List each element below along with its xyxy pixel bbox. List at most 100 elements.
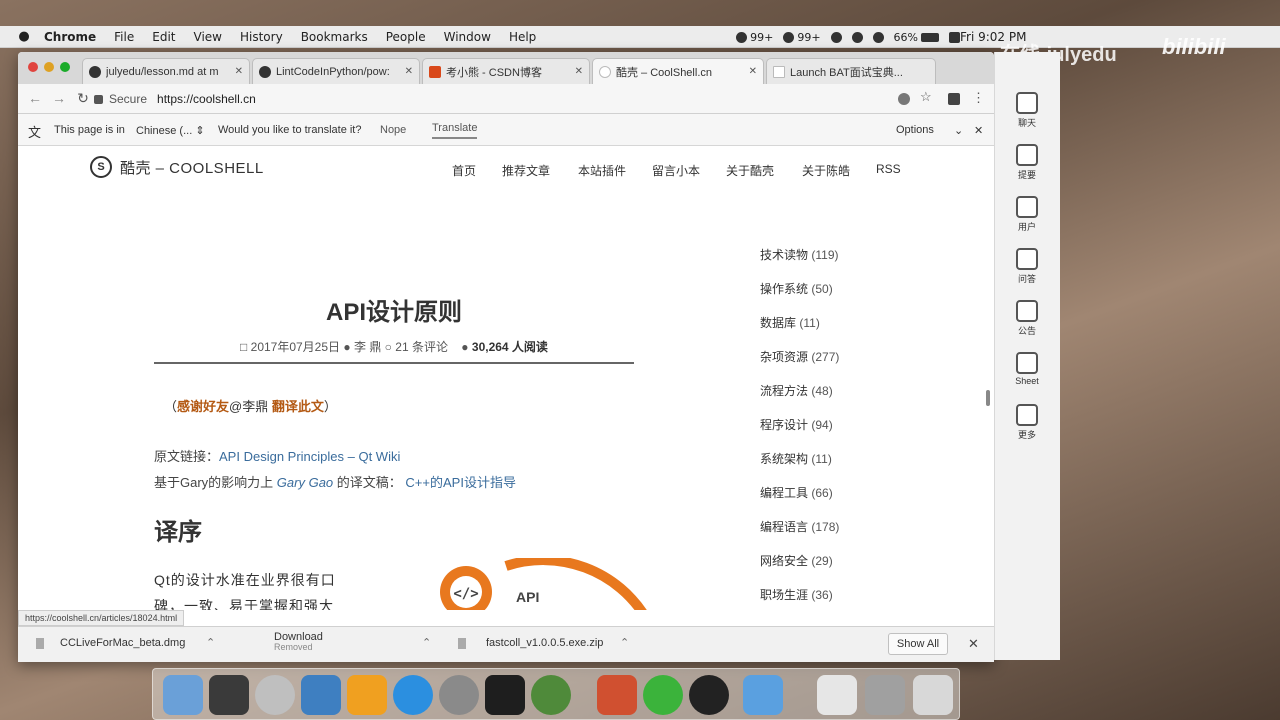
tab-github-lesson[interactable]: julyedu/lesson.md at m ✕: [82, 58, 250, 84]
nav-about-coolshell[interactable]: 关于酷壳: [726, 162, 774, 179]
article-author[interactable]: 李 鼎: [354, 340, 381, 354]
wechat-icon[interactable]: [643, 675, 683, 715]
panel-button-feed[interactable]: 提要: [1003, 144, 1051, 181]
document-icon[interactable]: [817, 675, 857, 715]
sublime-icon[interactable]: [347, 675, 387, 715]
menu-view[interactable]: View: [194, 30, 222, 44]
minimize-window-icon[interactable]: [44, 62, 54, 72]
bookmark-star-icon[interactable]: ☆: [920, 89, 932, 104]
address-bar[interactable]: Secure https://coolshell.cn: [94, 88, 974, 110]
panel-button-chat[interactable]: 聊天: [1003, 92, 1051, 129]
nope-button[interactable]: Nope: [380, 124, 406, 136]
app-status[interactable]: [830, 31, 842, 43]
reload-icon[interactable]: ↻: [74, 90, 92, 107]
category-link[interactable]: 编程工具 (66): [760, 484, 833, 501]
cclive-icon[interactable]: [743, 675, 783, 715]
menu-people[interactable]: People: [386, 30, 426, 44]
menu-edit[interactable]: Edit: [152, 30, 175, 44]
chevron-up-icon[interactable]: ⌃: [206, 636, 215, 649]
show-all-button[interactable]: Show All: [888, 633, 948, 655]
based-author-link[interactable]: Gary Gao: [277, 475, 333, 490]
forward-icon[interactable]: →: [50, 90, 68, 106]
nav-guestbook[interactable]: 留言小本: [652, 162, 700, 179]
download-item[interactable]: fastcoll_v1.0.0.5.exe.zip: [486, 637, 603, 649]
category-link[interactable]: 杂项资源 (277): [760, 348, 839, 365]
options-button[interactable]: Options: [896, 124, 934, 136]
tab-github-lintcode[interactable]: LintCodeInPython/pow: ✕: [252, 58, 420, 84]
chrome-icon[interactable]: [255, 675, 295, 715]
flag-status[interactable]: [949, 31, 960, 43]
close-downloads-icon[interactable]: ✕: [968, 636, 979, 652]
menu-window[interactable]: Window: [444, 30, 491, 44]
tab-launch-bat[interactable]: Launch BAT面试宝典...: [766, 58, 936, 84]
download-item[interactable]: CCLiveForMac_beta.dmg: [60, 637, 185, 649]
vscode-icon[interactable]: [301, 675, 341, 715]
volume-status[interactable]: [872, 31, 884, 43]
menu-file[interactable]: File: [114, 30, 134, 44]
finder-icon[interactable]: [163, 675, 203, 715]
wifi-status[interactable]: [851, 31, 863, 43]
nav-home[interactable]: 首页: [452, 162, 476, 179]
category-link[interactable]: 操作系统 (50): [760, 280, 833, 297]
category-link[interactable]: 流程方法 (48): [760, 382, 833, 399]
menu-bookmarks[interactable]: Bookmarks: [301, 30, 368, 44]
tab-coolshell[interactable]: 酷壳 – CoolShell.cn ✕: [592, 58, 764, 84]
menu-chrome[interactable]: Chrome: [44, 30, 96, 44]
nav-about-chenhao[interactable]: 关于陈皓: [802, 162, 850, 179]
nav-rss[interactable]: RSS: [876, 162, 901, 176]
translate-button[interactable]: Translate: [432, 122, 478, 139]
close-tab-icon[interactable]: ✕: [405, 66, 413, 77]
powerpoint-icon[interactable]: [597, 675, 637, 715]
menu-history[interactable]: History: [240, 30, 283, 44]
based-link[interactable]: C++的API设计指导: [405, 475, 516, 490]
panel-button-notice[interactable]: 公告: [1003, 300, 1051, 337]
category-link[interactable]: 数据库 (11): [760, 314, 820, 331]
category-link[interactable]: 职场生涯 (36): [760, 586, 833, 603]
trash-icon[interactable]: [913, 675, 953, 715]
source-link[interactable]: API Design Principles – Qt Wiki: [219, 449, 400, 464]
qq-status[interactable]: 99+: [736, 31, 773, 44]
close-tab-icon[interactable]: ✕: [235, 66, 243, 77]
maximize-window-icon[interactable]: [60, 62, 70, 72]
category-link[interactable]: 技术读物 (119): [760, 246, 838, 263]
chevron-up-icon[interactable]: ⌃: [620, 636, 629, 649]
qq-icon[interactable]: [689, 675, 729, 715]
category-link[interactable]: 编程语言 (178): [760, 518, 839, 535]
close-window-icon[interactable]: [28, 62, 38, 72]
translate-page-icon[interactable]: [898, 93, 910, 105]
apple-icon[interactable]: ●: [16, 29, 32, 44]
back-icon[interactable]: ←: [26, 90, 44, 106]
article-comments[interactable]: 21 条评论: [395, 340, 448, 354]
chrome-menu-icon[interactable]: ⋮: [972, 90, 985, 105]
evernote-icon[interactable]: [531, 675, 571, 715]
system-preferences-icon[interactable]: [439, 675, 479, 715]
language-select[interactable]: Chinese (... ⇕: [136, 124, 205, 137]
close-translate-icon[interactable]: ✕: [974, 124, 983, 137]
menu-help[interactable]: Help: [509, 30, 536, 44]
terminal-icon[interactable]: [485, 675, 525, 715]
chevron-up-icon[interactable]: ⌃: [422, 636, 431, 649]
wechat-status[interactable]: 99+: [783, 31, 821, 44]
category-link[interactable]: 程序设计 (94): [760, 416, 833, 433]
site-logo[interactable]: S 酷壳 – COOLSHELL: [90, 156, 264, 178]
battery-status[interactable]: 66%: [894, 31, 939, 44]
download-item[interactable]: Download Removed: [274, 631, 323, 652]
nav-plugins[interactable]: 本站插件: [578, 162, 626, 179]
app-store-icon[interactable]: [393, 675, 433, 715]
category-link[interactable]: 网络安全 (29): [760, 552, 833, 569]
panel-button-sheet[interactable]: Sheet: [1003, 352, 1051, 386]
close-tab-icon[interactable]: ✕: [575, 66, 583, 77]
extension-icon[interactable]: [948, 93, 960, 105]
panel-button-users[interactable]: 用户: [1003, 196, 1051, 233]
tab-csdn[interactable]: 考小熊 - CSDN博客 ✕: [422, 58, 590, 84]
page-scrollbar[interactable]: [986, 390, 990, 406]
chevron-down-icon[interactable]: ⌄: [954, 124, 963, 137]
close-tab-icon[interactable]: ✕: [749, 66, 757, 77]
category-link[interactable]: 系统架构 (11): [760, 450, 832, 467]
translator-link[interactable]: @李鼎: [229, 399, 268, 414]
panel-button-qa[interactable]: 问答: [1003, 248, 1051, 285]
nav-recommended[interactable]: 推荐文章: [502, 162, 550, 179]
launchpad-icon[interactable]: [209, 675, 249, 715]
panel-button-more[interactable]: 更多: [1003, 404, 1051, 441]
image-icon[interactable]: [865, 675, 905, 715]
